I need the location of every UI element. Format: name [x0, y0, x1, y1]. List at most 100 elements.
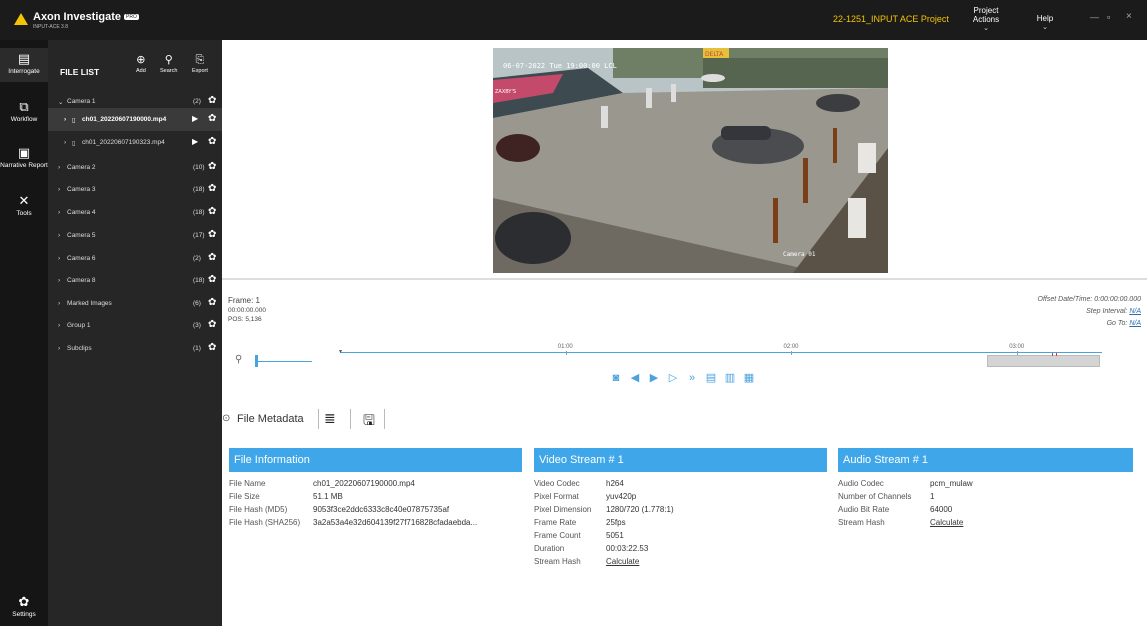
tree-group-camera-5[interactable]: › Camera 5 (17) ✿	[48, 224, 222, 247]
meta-row: File Size 51.1 MB	[229, 490, 522, 503]
gear-icon[interactable]: ✿	[208, 183, 216, 194]
tree-group-camera-3[interactable]: › Camera 3 (18) ✿	[48, 178, 222, 201]
timeline-track[interactable]	[340, 352, 1102, 353]
play-icon[interactable]: ▶	[648, 372, 660, 384]
transport-controls: ◙ ◀ ▶ ▷ » ▤ ▥ ▦	[610, 372, 755, 384]
play-icon[interactable]: ▶	[192, 137, 198, 146]
gear-icon[interactable]: ✿	[208, 252, 216, 263]
meta-row: Number of Channels 1	[838, 490, 1133, 503]
chevron-right-icon: ›	[58, 232, 61, 239]
meta-row: Duration 00:03:22.53	[534, 542, 827, 555]
grid-icon[interactable]: ▦	[743, 372, 755, 384]
step-forward-icon[interactable]: ▷	[667, 372, 679, 384]
add-icon: ⊕	[136, 54, 146, 66]
nav-tools[interactable]: ✕ Tools	[0, 194, 48, 218]
tree-group-group-1[interactable]: › Group 1 (3) ✿	[48, 314, 222, 337]
tree-group-camera-4[interactable]: › Camera 4 (18) ✿	[48, 201, 222, 224]
tree-group-camera-6[interactable]: › Camera 6 (2) ✿	[48, 247, 222, 270]
gear-icon[interactable]: ✿	[208, 161, 216, 172]
add-button[interactable]: ⊕ Add	[136, 54, 146, 74]
tree-file-selected[interactable]: › ▯ ch01_20220607190000.mp4 ▶ ✿	[48, 108, 222, 131]
tree-group-camera-8[interactable]: › Camera 8 (18) ✿	[48, 269, 222, 292]
playhead-marker[interactable]: ▾	[339, 348, 342, 355]
minimize-icon[interactable]: —	[1090, 12, 1099, 22]
file-icon: ▤	[17, 51, 31, 66]
video-frame-image: 06-07-2022 Tue 19:00:00 LCL Camera 01 ZA…	[493, 48, 888, 273]
nav-tools-label: Tools	[16, 210, 32, 217]
play-icon[interactable]: ▶	[192, 114, 198, 123]
gear-icon[interactable]: ✿	[208, 342, 216, 353]
goto-label: Go To:	[1106, 320, 1128, 327]
file-information-panel: File Information File Name ch01_202206071…	[229, 448, 522, 626]
maximize-icon[interactable]: ▫	[1107, 12, 1110, 22]
timeline-event-marker[interactable]	[1052, 353, 1053, 356]
gear-icon[interactable]: ✿	[208, 319, 216, 330]
search-button[interactable]: ⚲ Search	[160, 54, 177, 74]
file-list-header: FILE LIST ⊕ Add ⚲ Search ⎘ Export	[48, 40, 222, 90]
collapse-icon[interactable]: ⊙	[222, 413, 230, 424]
chevron-right-icon: ›	[64, 116, 67, 123]
nav-workflow[interactable]: ⧉ Workflow	[0, 100, 48, 124]
tree-group-marked-images[interactable]: › Marked Images (6) ✿	[48, 292, 222, 315]
file-information-title: File Information	[229, 448, 522, 472]
gear-icon[interactable]: ✿	[208, 229, 216, 240]
export-button[interactable]: ⎘ Export	[192, 54, 208, 74]
go-to[interactable]: Go To: N/A	[1107, 320, 1141, 327]
file-icon: ▯	[72, 117, 76, 124]
search-button-label: Search	[160, 68, 178, 74]
zoom-slider-track[interactable]	[258, 361, 312, 362]
tree-group-camera-2[interactable]: › Camera 2 (10) ✿	[48, 156, 222, 179]
gear-icon[interactable]: ✿	[208, 297, 216, 308]
step-interval[interactable]: Step Interval: N/A	[1086, 308, 1141, 315]
calculate-audio-hash-link[interactable]: Calculate	[930, 518, 963, 527]
menu-project-actions-label: Project Actions	[972, 6, 1000, 24]
meta-key: Video Codec	[534, 479, 580, 488]
nav-interrogate[interactable]: ▤ Interrogate	[0, 48, 48, 82]
chevron-down-icon: ⌄	[1042, 24, 1048, 31]
gear-icon[interactable]: ✿	[208, 206, 216, 217]
offset-datetime[interactable]: Offset Date/Time: 0:00:00:00.000	[1038, 296, 1141, 303]
calculate-video-hash-link[interactable]: Calculate	[606, 557, 639, 566]
mark-in-icon[interactable]: ▤	[705, 372, 717, 384]
zoom-icon: ⚲	[235, 354, 243, 365]
nav-settings[interactable]: ✿ Settings	[0, 595, 48, 619]
divider	[384, 409, 385, 429]
tree-label: ch01_20220607190323.mp4	[82, 139, 165, 146]
timeline-event-marker[interactable]	[1056, 353, 1057, 356]
save-icon[interactable]: 🖫	[363, 410, 375, 434]
meta-value: 51.1 MB	[313, 492, 343, 501]
snapshot-icon[interactable]: ◙	[610, 372, 622, 384]
app-name: Axon Investigate	[33, 11, 122, 23]
video-frame[interactable]: 06-07-2022 Tue 19:00:00 LCL Camera 01 ZA…	[493, 48, 888, 273]
gear-icon[interactable]: ✿	[208, 136, 216, 147]
tree-file[interactable]: › ▯ ch01_20220607190323.mp4 ▶ ✿	[48, 131, 222, 154]
fast-forward-icon[interactable]: »	[686, 372, 698, 384]
menu-help-label: Help	[1036, 14, 1054, 23]
menu-help[interactable]: Help ⌄	[1030, 14, 1060, 32]
frame-pos: POS: 5,136	[228, 316, 262, 323]
menu-project-actions[interactable]: Project Actions ⌄	[966, 6, 1006, 33]
meta-value: yuv420p	[606, 492, 637, 501]
mark-out-icon[interactable]: ▥	[724, 372, 736, 384]
nav-narrative-report[interactable]: ▣ Narrative Report	[0, 146, 48, 170]
meta-value: 25fps	[606, 518, 626, 527]
meta-value: pcm_mulaw	[930, 479, 973, 488]
step-back-icon[interactable]: ◀	[629, 372, 641, 384]
goto-value[interactable]: N/A	[1129, 320, 1141, 327]
video-sign-text: ZAXBY'S	[495, 89, 516, 95]
gear-icon[interactable]: ✿	[208, 95, 216, 106]
tab-file-metadata[interactable]: File Metadata	[237, 413, 304, 425]
step-value[interactable]: N/A	[1129, 308, 1141, 315]
meta-key: Frame Count	[534, 531, 581, 540]
tree-group-subclips[interactable]: › Subclips (1) ✿	[48, 337, 222, 360]
meta-key: Pixel Format	[534, 492, 579, 501]
gear-icon[interactable]: ✿	[208, 113, 216, 124]
frame-time: 00:00:00.000	[228, 307, 266, 314]
gear-icon[interactable]: ✿	[208, 274, 216, 285]
meta-key: Pixel Dimension	[534, 505, 592, 514]
close-icon[interactable]: ×	[1126, 11, 1132, 22]
project-name[interactable]: 22-1251_INPUT ACE Project	[833, 14, 949, 24]
meta-row: File Hash (MD5) 9053f3ce2ddc6333c8c40e078…	[229, 503, 522, 516]
list-view-icon[interactable]: ≣	[324, 410, 336, 427]
chevron-right-icon: ›	[58, 322, 61, 329]
